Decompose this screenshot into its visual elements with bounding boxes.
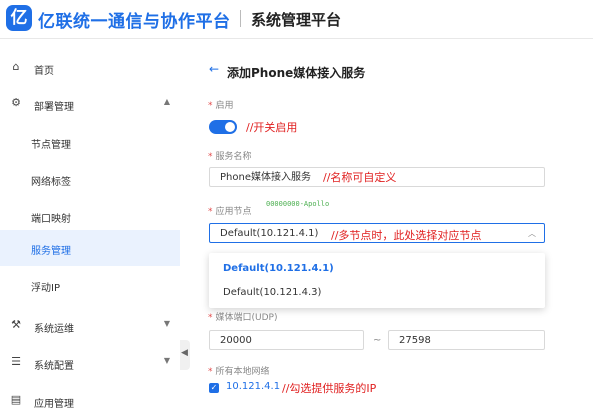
chevron-down-icon: ▼ bbox=[163, 356, 170, 365]
sidebar-item-label: 首页 bbox=[34, 66, 54, 77]
dropdown-option[interactable]: Default(10.121.4.1) bbox=[209, 257, 545, 281]
dropdown-option[interactable]: Default(10.121.4.3) bbox=[209, 281, 545, 305]
page-title: 添加Phone媒体接入服务 bbox=[227, 66, 366, 80]
sidebar: ⌂ 首页 ⚙ 部署管理 ▲ 节点管理 网络标签 端口映射 服务管理 浮动IP ⚒… bbox=[0, 48, 180, 412]
home-icon: ⌂ bbox=[12, 60, 20, 73]
back-arrow-icon[interactable]: ← bbox=[209, 62, 219, 76]
port-to-input[interactable]: 27598 bbox=[388, 330, 545, 350]
service-name-label: * 服务名称 bbox=[208, 152, 252, 162]
platform-title: 系统管理平台 bbox=[251, 11, 342, 29]
local-network-note: //勾选提供服务的IP bbox=[282, 382, 377, 395]
app-node-note: //多节点时，此处选择对应节点 bbox=[331, 229, 482, 242]
gear-icon: ⚙ bbox=[11, 96, 21, 109]
local-network-label: * 所有本地网络 bbox=[208, 367, 270, 377]
logo-icon: 亿 bbox=[6, 5, 32, 31]
wrench-icon: ⚒ bbox=[11, 318, 21, 331]
sidebar-item-port-mapping[interactable]: 端口映射 bbox=[0, 198, 180, 234]
sidebar-item-ops[interactable]: ⚒ 系统运维 ▼ bbox=[0, 308, 180, 344]
sidebar-item-label: 系统运维 bbox=[34, 324, 74, 335]
sidebar-item-label: 节点管理 bbox=[31, 140, 71, 151]
ip-checkbox-label[interactable]: 10.121.4.1 bbox=[226, 381, 280, 392]
chevron-up-icon: ︿ bbox=[528, 229, 536, 238]
sidebar-item-config[interactable]: ☰ 系统配置 ▼ bbox=[0, 345, 180, 381]
media-port-label: * 媒体端口(UDP) bbox=[208, 313, 278, 323]
top-header: 亿 亿联统一通信与协作平台 系统管理平台 bbox=[0, 0, 593, 39]
node-tag: 00000000-Apollo bbox=[266, 200, 330, 208]
toggle-knob bbox=[225, 122, 235, 132]
sidebar-item-label: 端口映射 bbox=[31, 214, 71, 225]
sidebar-item-network-tags[interactable]: 网络标签 bbox=[0, 161, 180, 197]
enable-label: * 启用 bbox=[208, 101, 234, 111]
app-node-selected-value: Default(10.121.4.1) bbox=[220, 228, 319, 239]
sidebar-item-deploy[interactable]: ⚙ 部署管理 ▲ bbox=[0, 86, 180, 122]
sidebar-item-label: 部署管理 bbox=[34, 102, 74, 113]
sidebar-item-label: 浮动IP bbox=[31, 283, 60, 294]
app-node-label: * 应用节点 bbox=[208, 207, 252, 217]
ip-checkbox[interactable]: ✓ bbox=[209, 383, 219, 393]
port-from-input[interactable]: 20000 bbox=[209, 330, 364, 350]
service-name-note: //名称可自定义 bbox=[323, 171, 397, 184]
sidebar-item-service-management[interactable]: 服务管理 bbox=[0, 230, 180, 266]
enable-toggle[interactable] bbox=[209, 120, 237, 134]
sidebar-item-label: 应用管理 bbox=[34, 399, 74, 410]
sidebar-item-label: 服务管理 bbox=[31, 246, 71, 257]
sidebar-item-nodes[interactable]: 节点管理 bbox=[0, 124, 180, 160]
sidebar-item-floating-ip[interactable]: 浮动IP bbox=[0, 267, 180, 303]
sidebar-item-apps[interactable]: ▤ 应用管理 bbox=[0, 383, 180, 419]
sidebar-collapse-handle[interactable]: ◀ bbox=[180, 340, 190, 370]
app-node-dropdown: Default(10.121.4.1) Default(10.121.4.3) bbox=[209, 253, 545, 308]
enable-note: //开关启用 bbox=[246, 121, 298, 134]
main-content: ← 添加Phone媒体接入服务 * 启用 //开关启用 * 服务名称 Phone媒体… bbox=[191, 48, 593, 412]
chevron-up-icon: ▲ bbox=[163, 97, 170, 106]
range-separator: ~ bbox=[373, 335, 382, 346]
chevron-down-icon: ▼ bbox=[163, 319, 170, 328]
brand-name: 亿联统一通信与协作平台 bbox=[38, 12, 231, 32]
collapse-arrow-icon: ◀ bbox=[181, 348, 188, 358]
header-divider bbox=[240, 10, 241, 27]
app-icon: ▤ bbox=[10, 393, 22, 406]
sidebar-item-home[interactable]: ⌂ 首页 bbox=[0, 50, 180, 86]
sidebar-item-label: 系统配置 bbox=[34, 361, 74, 372]
sidebar-item-label: 网络标签 bbox=[31, 177, 71, 188]
config-icon: ☰ bbox=[11, 355, 21, 368]
